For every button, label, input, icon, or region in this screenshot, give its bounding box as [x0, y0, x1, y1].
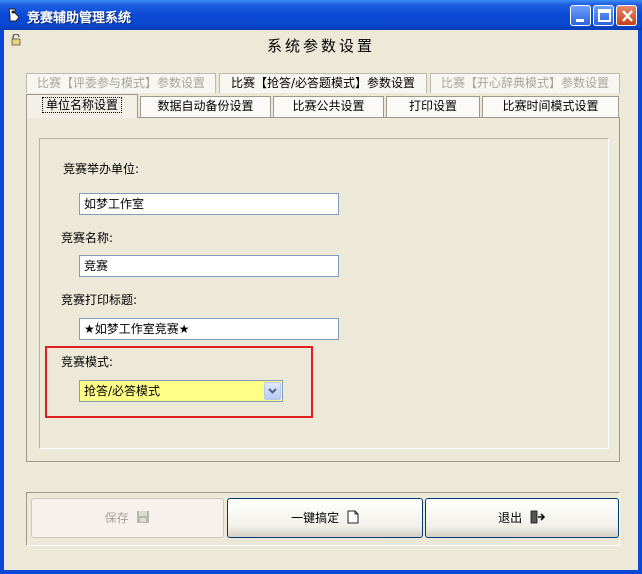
tab-label: 比赛【评委参与模式】参数设置 — [36, 76, 205, 90]
document-icon — [347, 510, 359, 524]
minimize-button[interactable] — [570, 5, 591, 26]
save-button[interactable]: 保存 — [31, 498, 224, 538]
minimize-icon — [576, 19, 584, 22]
exit-door-icon — [530, 510, 546, 524]
print-title-label: 竞赛打印标题: — [61, 293, 138, 307]
floppy-disk-icon — [137, 511, 150, 523]
tab-label: 比赛时间模式设置 — [502, 99, 599, 113]
window-title: 竞赛辅助管理系统 — [27, 11, 132, 26]
app-icon — [8, 8, 20, 22]
page-title: 系统参数设置 — [266, 37, 375, 55]
client-area: 系统参数设置 比赛【评委参与模式】参数设置 比赛【抢答/必答题模式】参数设置 比… — [4, 30, 638, 570]
dropdown-button[interactable] — [264, 382, 281, 400]
competition-mode-label: 竞赛模式: — [61, 355, 114, 369]
tab-judge-mode[interactable]: 比赛【评委参与模式】参数设置 — [26, 73, 216, 93]
action-bar: 保存 一键搞定 退出 — [26, 492, 620, 546]
tab-label: 打印设置 — [408, 99, 457, 113]
print-title-input[interactable]: ★如梦工作室竞赛★ — [79, 318, 339, 340]
tab-buzzer-mode[interactable]: 比赛【抢答/必答题模式】参数设置 — [219, 73, 427, 93]
tab-label: 比赛【开心辞典模式】参数设置 — [440, 76, 609, 90]
tab-happy-dictionary-mode[interactable]: 比赛【开心辞典模式】参数设置 — [430, 73, 620, 93]
exit-button-label: 退出 — [498, 511, 523, 525]
tab-panel: 竞赛举办单位: 如梦工作室 竞赛名称: 竞赛 竞赛打印标题: ★如梦工作室竞赛★… — [26, 117, 620, 462]
maximize-icon — [598, 9, 611, 22]
tab-auto-backup[interactable]: 数据自动备份设置 — [140, 96, 271, 117]
close-icon — [622, 10, 633, 22]
settings-group: 竞赛举办单位: 如梦工作室 竞赛名称: 竞赛 竞赛打印标题: ★如梦工作室竞赛★… — [39, 138, 609, 449]
competition-mode-value: 抢答/必答模式 — [84, 384, 161, 398]
one-click-button[interactable]: 一键搞定 — [227, 498, 423, 538]
save-button-label: 保存 — [104, 511, 129, 525]
competition-name-input[interactable]: 竞赛 — [79, 255, 339, 277]
close-button[interactable] — [616, 5, 637, 26]
maximize-button[interactable] — [593, 5, 614, 26]
tab-label: 数据自动备份设置 — [157, 99, 254, 113]
tab-time-mode[interactable]: 比赛时间模式设置 — [482, 96, 619, 117]
application-window: 竞赛辅助管理系统 系统参数设置 比赛【评委参与模式】参数设置 比赛【抢答/必答题… — [0, 0, 642, 574]
organizer-label: 竞赛举办单位: — [63, 162, 140, 176]
chevron-down-icon — [268, 388, 277, 394]
organizer-input[interactable]: 如梦工作室 — [79, 193, 339, 215]
tab-public-settings[interactable]: 比赛公共设置 — [273, 96, 384, 117]
exit-button[interactable]: 退出 — [425, 498, 619, 538]
tab-print-settings[interactable]: 打印设置 — [386, 96, 480, 117]
competition-mode-select[interactable]: 抢答/必答模式 — [79, 380, 283, 402]
one-click-button-label: 一键搞定 — [291, 511, 340, 525]
competition-name-label: 竞赛名称: — [61, 231, 114, 245]
tab-label: 单位名称设置 — [41, 97, 122, 113]
tab-label: 比赛公共设置 — [292, 99, 365, 113]
tab-label: 比赛【抢答/必答题模式】参数设置 — [230, 76, 416, 90]
title-bar[interactable]: 竞赛辅助管理系统 — [0, 0, 642, 30]
tab-organization-name[interactable]: 单位名称设置 — [26, 94, 138, 118]
